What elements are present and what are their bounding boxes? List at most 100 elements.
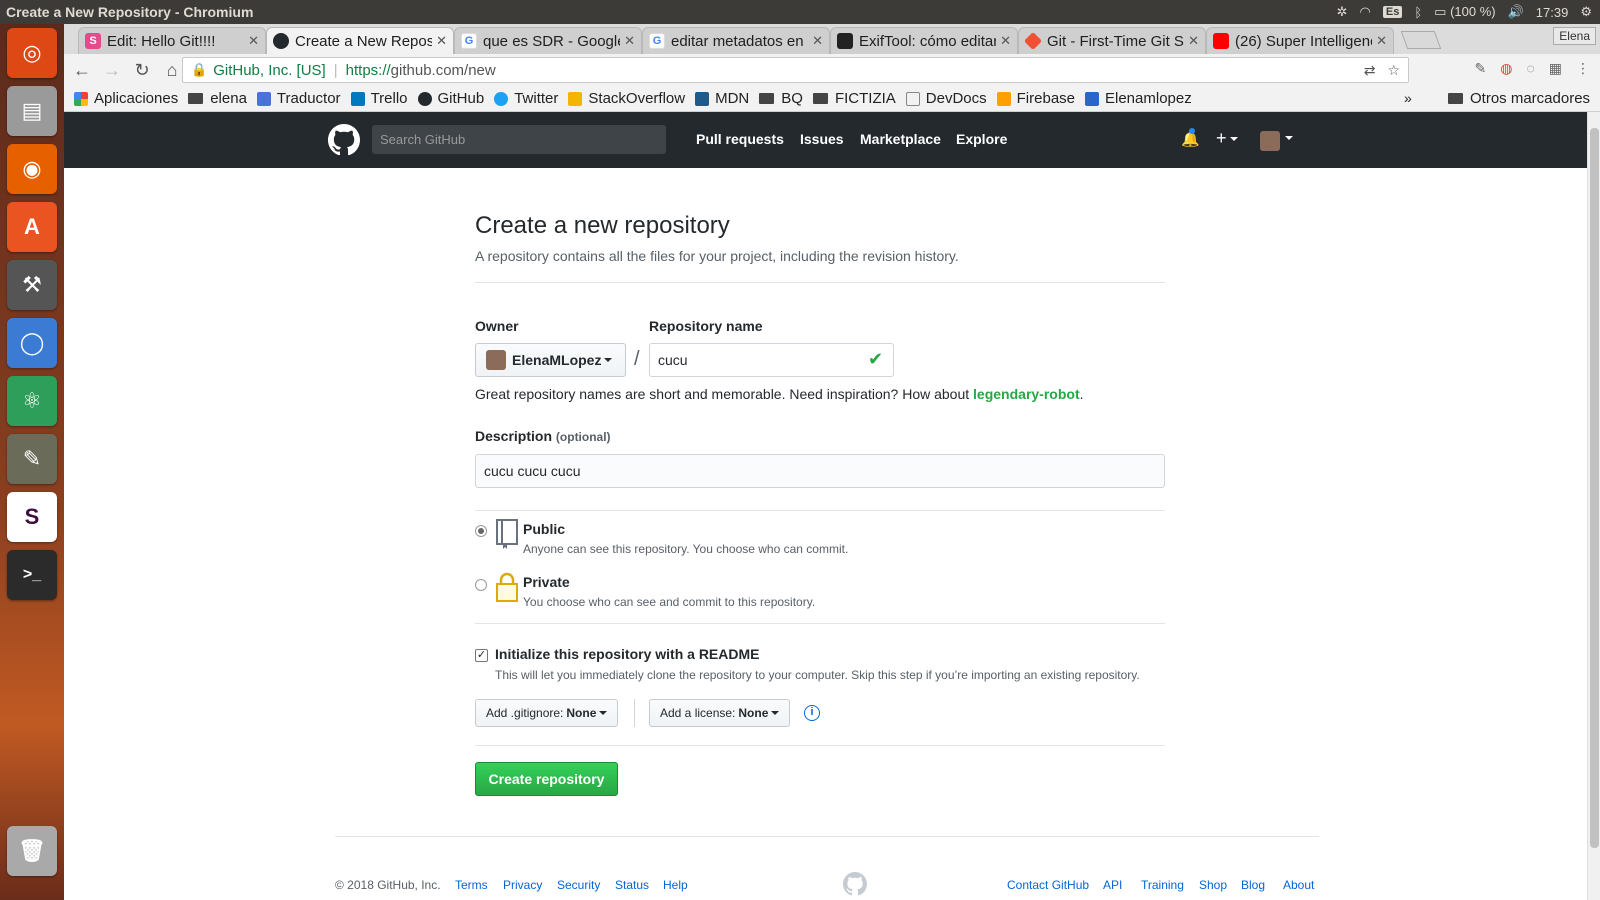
notifications-bell-icon[interactable]: 🔔 xyxy=(1181,128,1200,148)
back-arrow-icon[interactable]: ← xyxy=(68,56,96,84)
menu-kebab-icon[interactable]: ⋮ xyxy=(1576,60,1590,77)
suggested-name-link[interactable]: legendary-robot xyxy=(973,386,1080,402)
extension-grid-icon[interactable]: ▦ xyxy=(1549,60,1562,77)
bookmark-folder-fictizia[interactable]: FICTIZIA xyxy=(812,90,896,107)
profile-button[interactable]: Elena xyxy=(1553,27,1596,45)
network-settings-icon[interactable]: ✲ xyxy=(1337,4,1348,20)
footer-link-api[interactable]: API xyxy=(1103,878,1122,892)
gear-icon[interactable]: ⚙ xyxy=(1580,4,1592,20)
footer-link-about[interactable]: About xyxy=(1283,878,1314,892)
footer-link-shop[interactable]: Shop xyxy=(1199,878,1227,892)
extension-opera-icon[interactable]: ◍ xyxy=(1500,60,1512,77)
footer-link-contact[interactable]: Contact GitHub xyxy=(1007,878,1089,892)
atom-icon[interactable]: ⚛ xyxy=(7,376,57,426)
footer-link-privacy[interactable]: Privacy xyxy=(503,878,542,892)
twitter-bird-icon xyxy=(494,91,509,106)
files-icon[interactable]: ▤ xyxy=(7,86,57,136)
bookmark-label: Traductor xyxy=(276,90,341,107)
tab-youtube-super-intelligence[interactable]: (26) Super Intelligence ✕ xyxy=(1206,27,1394,54)
footer-link-terms[interactable]: Terms xyxy=(455,878,488,892)
keyboard-layout-indicator[interactable]: Es xyxy=(1382,6,1403,18)
nav-marketplace[interactable]: Marketplace xyxy=(860,131,941,147)
bookmark-folder-otros-marcadores[interactable]: Otros marcadores xyxy=(1448,90,1590,107)
tab-editar-metadatos[interactable]: G editar metadatos en ✕ xyxy=(642,27,830,54)
repository-name-input[interactable] xyxy=(649,343,894,377)
bookmark-firebase[interactable]: Firebase xyxy=(996,90,1075,107)
ubuntu-dash-icon[interactable]: ◎ xyxy=(7,28,57,78)
close-icon[interactable]: ✕ xyxy=(812,33,823,49)
slack-icon[interactable]: S xyxy=(7,492,57,542)
bookmark-devdocs[interactable]: DevDocs xyxy=(905,90,987,107)
footer-link-blog[interactable]: Blog xyxy=(1241,878,1265,892)
create-repository-button[interactable]: Create repository xyxy=(475,762,618,796)
footer-link-security[interactable]: Security xyxy=(557,878,600,892)
footer-link-training[interactable]: Training xyxy=(1141,878,1184,892)
firefox-icon[interactable]: ◉ xyxy=(7,144,57,194)
bookmark-traductor[interactable]: Traductor xyxy=(256,90,341,107)
bookmark-aplicaciones[interactable]: Aplicaciones xyxy=(74,90,178,107)
bookmark-folder-elena[interactable]: elena xyxy=(188,90,247,107)
close-icon[interactable]: ✕ xyxy=(1188,33,1199,49)
new-tab-button[interactable] xyxy=(1400,31,1442,49)
info-icon[interactable]: i xyxy=(804,705,820,721)
description-input[interactable] xyxy=(475,454,1165,488)
close-icon[interactable]: ✕ xyxy=(1000,33,1011,49)
nav-issues[interactable]: Issues xyxy=(800,131,844,147)
close-icon[interactable]: ✕ xyxy=(436,33,447,49)
footer-link-help[interactable]: Help xyxy=(663,878,688,892)
translate-icon[interactable]: ⇄ xyxy=(1364,62,1376,79)
initialize-readme-checkbox[interactable]: ✓ xyxy=(475,649,488,662)
system-settings-icon[interactable]: ⚒ xyxy=(7,260,57,310)
tab-exiftool[interactable]: ExifTool: cómo editar ✕ xyxy=(830,27,1018,54)
tab-edit-hello-git[interactable]: S Edit: Hello Git!!!! ✕ xyxy=(78,27,266,54)
forward-arrow-icon[interactable]: → xyxy=(98,56,126,84)
clock[interactable]: 17:39 xyxy=(1536,5,1569,20)
battery-indicator[interactable]: ▭ (100 %) xyxy=(1434,4,1495,20)
scrollbar-thumb[interactable] xyxy=(1590,128,1599,848)
bookmark-folder-bq[interactable]: BQ xyxy=(759,90,803,107)
bookmark-github[interactable]: GitHub xyxy=(417,90,484,107)
gitignore-select[interactable]: Add .gitignore: None xyxy=(475,699,619,727)
software-center-icon[interactable]: A xyxy=(7,202,57,252)
footer-link-status[interactable]: Status xyxy=(615,878,649,892)
bookmark-trello[interactable]: Trello xyxy=(350,90,408,107)
owner-select[interactable]: ElenaMLopez xyxy=(475,343,626,377)
extension-circle-icon[interactable]: ◌ xyxy=(1526,60,1534,77)
bookmark-mdn[interactable]: MDN xyxy=(695,90,749,107)
extension-pen-icon[interactable]: ✎ xyxy=(1474,60,1486,77)
github-octocat-logo-icon[interactable] xyxy=(328,124,360,156)
bluetooth-icon[interactable]: ᛒ xyxy=(1414,5,1422,20)
address-bar[interactable]: 🔒 GitHub, Inc. [US] | https://github.com… xyxy=(182,57,1409,83)
divider xyxy=(475,745,1165,746)
avatar-caret-down-icon[interactable] xyxy=(1285,136,1293,140)
close-icon[interactable]: ✕ xyxy=(624,33,635,49)
bookmark-star-icon[interactable]: ☆ xyxy=(1387,62,1400,79)
gimp-icon[interactable]: ✎ xyxy=(7,434,57,484)
tab-git-first-time-setup[interactable]: Git - First-Time Git Setup ✕ xyxy=(1018,27,1206,54)
tab-create-new-repository[interactable]: Create a New Repository ✕ xyxy=(266,27,454,54)
terminal-icon[interactable]: >_ xyxy=(7,550,57,600)
bookmark-stackoverflow[interactable]: StackOverflow xyxy=(568,90,685,107)
nav-explore[interactable]: Explore xyxy=(956,131,1007,147)
bookmarks-overflow-chevron[interactable]: » xyxy=(1404,90,1412,106)
tab-que-es-sdr[interactable]: G que es SDR - Google ✕ xyxy=(454,27,642,54)
reload-icon[interactable]: ↻ xyxy=(128,56,156,84)
repo-book-icon xyxy=(496,519,518,549)
create-new-plus-icon[interactable]: + xyxy=(1216,128,1238,149)
license-select[interactable]: Add a license: None xyxy=(649,699,791,727)
visibility-public-radio[interactable] xyxy=(475,525,487,537)
close-icon[interactable]: ✕ xyxy=(1376,33,1387,49)
page-scrollbar[interactable] xyxy=(1587,112,1600,900)
nav-pull-requests[interactable]: Pull requests xyxy=(696,131,784,147)
github-search-input[interactable] xyxy=(372,125,666,154)
close-icon[interactable]: ✕ xyxy=(248,33,259,49)
user-avatar[interactable] xyxy=(1260,131,1280,151)
chromium-icon[interactable]: ◯ xyxy=(7,318,57,368)
github-footer-logo-icon[interactable] xyxy=(843,872,867,896)
volume-icon[interactable]: 🔊 xyxy=(1508,4,1524,20)
bookmark-elenamlopez[interactable]: Elenamlopez xyxy=(1085,90,1192,107)
bookmark-twitter[interactable]: Twitter xyxy=(494,90,558,107)
visibility-private-radio[interactable] xyxy=(475,579,487,591)
wifi-icon[interactable]: ◠ xyxy=(1360,4,1371,20)
trash-icon[interactable]: 🗑 xyxy=(7,826,57,876)
